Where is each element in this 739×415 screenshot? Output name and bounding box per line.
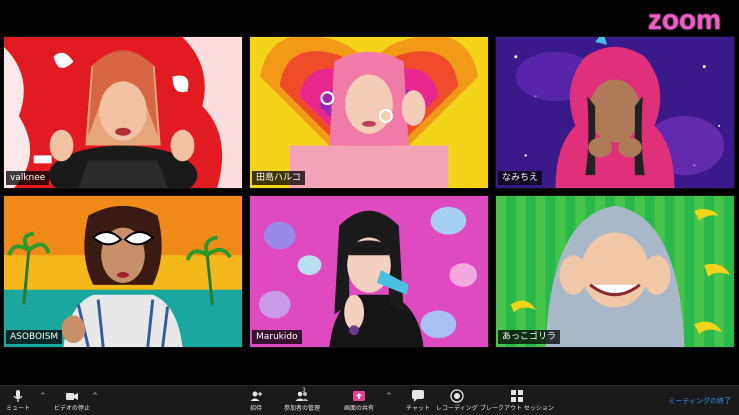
- participant-name: あっこゴリラ: [498, 330, 561, 344]
- participant-count: 3: [302, 387, 306, 394]
- gallery-view: valknee 田島ハルコ なみちえ ASOBOISM Marukido あっこ…: [3, 36, 736, 351]
- audio-options-caret[interactable]: ^: [40, 392, 46, 400]
- chat-button[interactable]: チャット: [406, 388, 430, 413]
- stop-video-button[interactable]: ビデオの停止: [54, 388, 90, 413]
- video-options-caret[interactable]: ^: [92, 392, 98, 400]
- video-camera-icon: [66, 393, 78, 400]
- share-options-caret[interactable]: ^: [386, 392, 392, 400]
- stop-video-label: ビデオの停止: [54, 405, 91, 412]
- video-feed: [250, 196, 488, 347]
- manage-participants-label: 参加者の管理: [284, 405, 321, 412]
- chat-bubble-icon: [411, 390, 424, 402]
- participant-name: ASOBOISM: [6, 330, 63, 344]
- video-feed: [496, 196, 734, 347]
- video-feed: [496, 37, 734, 188]
- microphone-icon: [13, 390, 23, 402]
- video-tile-namichie[interactable]: なみちえ: [495, 36, 735, 189]
- share-screen-icon: [353, 391, 365, 401]
- mute-button[interactable]: ミュート: [6, 388, 30, 413]
- mute-label: ミュート: [6, 405, 31, 412]
- video-tile-marukido[interactable]: Marukido: [249, 195, 489, 348]
- end-meeting-button[interactable]: ミーティングの終了: [668, 396, 731, 406]
- meeting-toolbar: ミュート ^ ビデオの停止 ^ 招待 3 参加者の管理 画面の共有 ^ チャット…: [0, 385, 739, 415]
- video-tile-asoboism[interactable]: ASOBOISM: [3, 195, 243, 348]
- record-label: レコーディング: [436, 405, 478, 412]
- zoom-logo: zoom: [647, 4, 721, 35]
- video-tile-valknee[interactable]: valknee: [3, 36, 243, 189]
- record-button[interactable]: レコーディング: [436, 388, 478, 413]
- breakout-rooms-icon: [510, 390, 523, 402]
- video-feed: [4, 196, 242, 347]
- record-icon: [450, 389, 464, 403]
- invite-person-icon: [250, 391, 262, 401]
- share-screen-button[interactable]: 画面の共有: [344, 388, 374, 413]
- invite-button[interactable]: 招待: [248, 388, 264, 413]
- participant-name: なみちえ: [498, 171, 543, 185]
- video-feed: [4, 37, 242, 188]
- share-screen-label: 画面の共有: [344, 405, 375, 412]
- video-tile-tajima-haruko[interactable]: 田島ハルコ: [249, 36, 489, 189]
- breakout-rooms-label: ブレークアウト セッション: [480, 405, 554, 412]
- chat-label: チャット: [406, 405, 430, 412]
- breakout-rooms-button[interactable]: ブレークアウト セッション: [480, 388, 554, 413]
- participant-name: valknee: [6, 171, 50, 185]
- invite-label: 招待: [249, 405, 262, 412]
- video-feed: [250, 37, 488, 188]
- participant-name: 田島ハルコ: [252, 171, 305, 185]
- manage-participants-button[interactable]: 3 参加者の管理: [284, 387, 321, 413]
- participant-name: Marukido: [252, 330, 302, 344]
- video-tile-akko-gorilla[interactable]: あっこゴリラ: [495, 195, 735, 348]
